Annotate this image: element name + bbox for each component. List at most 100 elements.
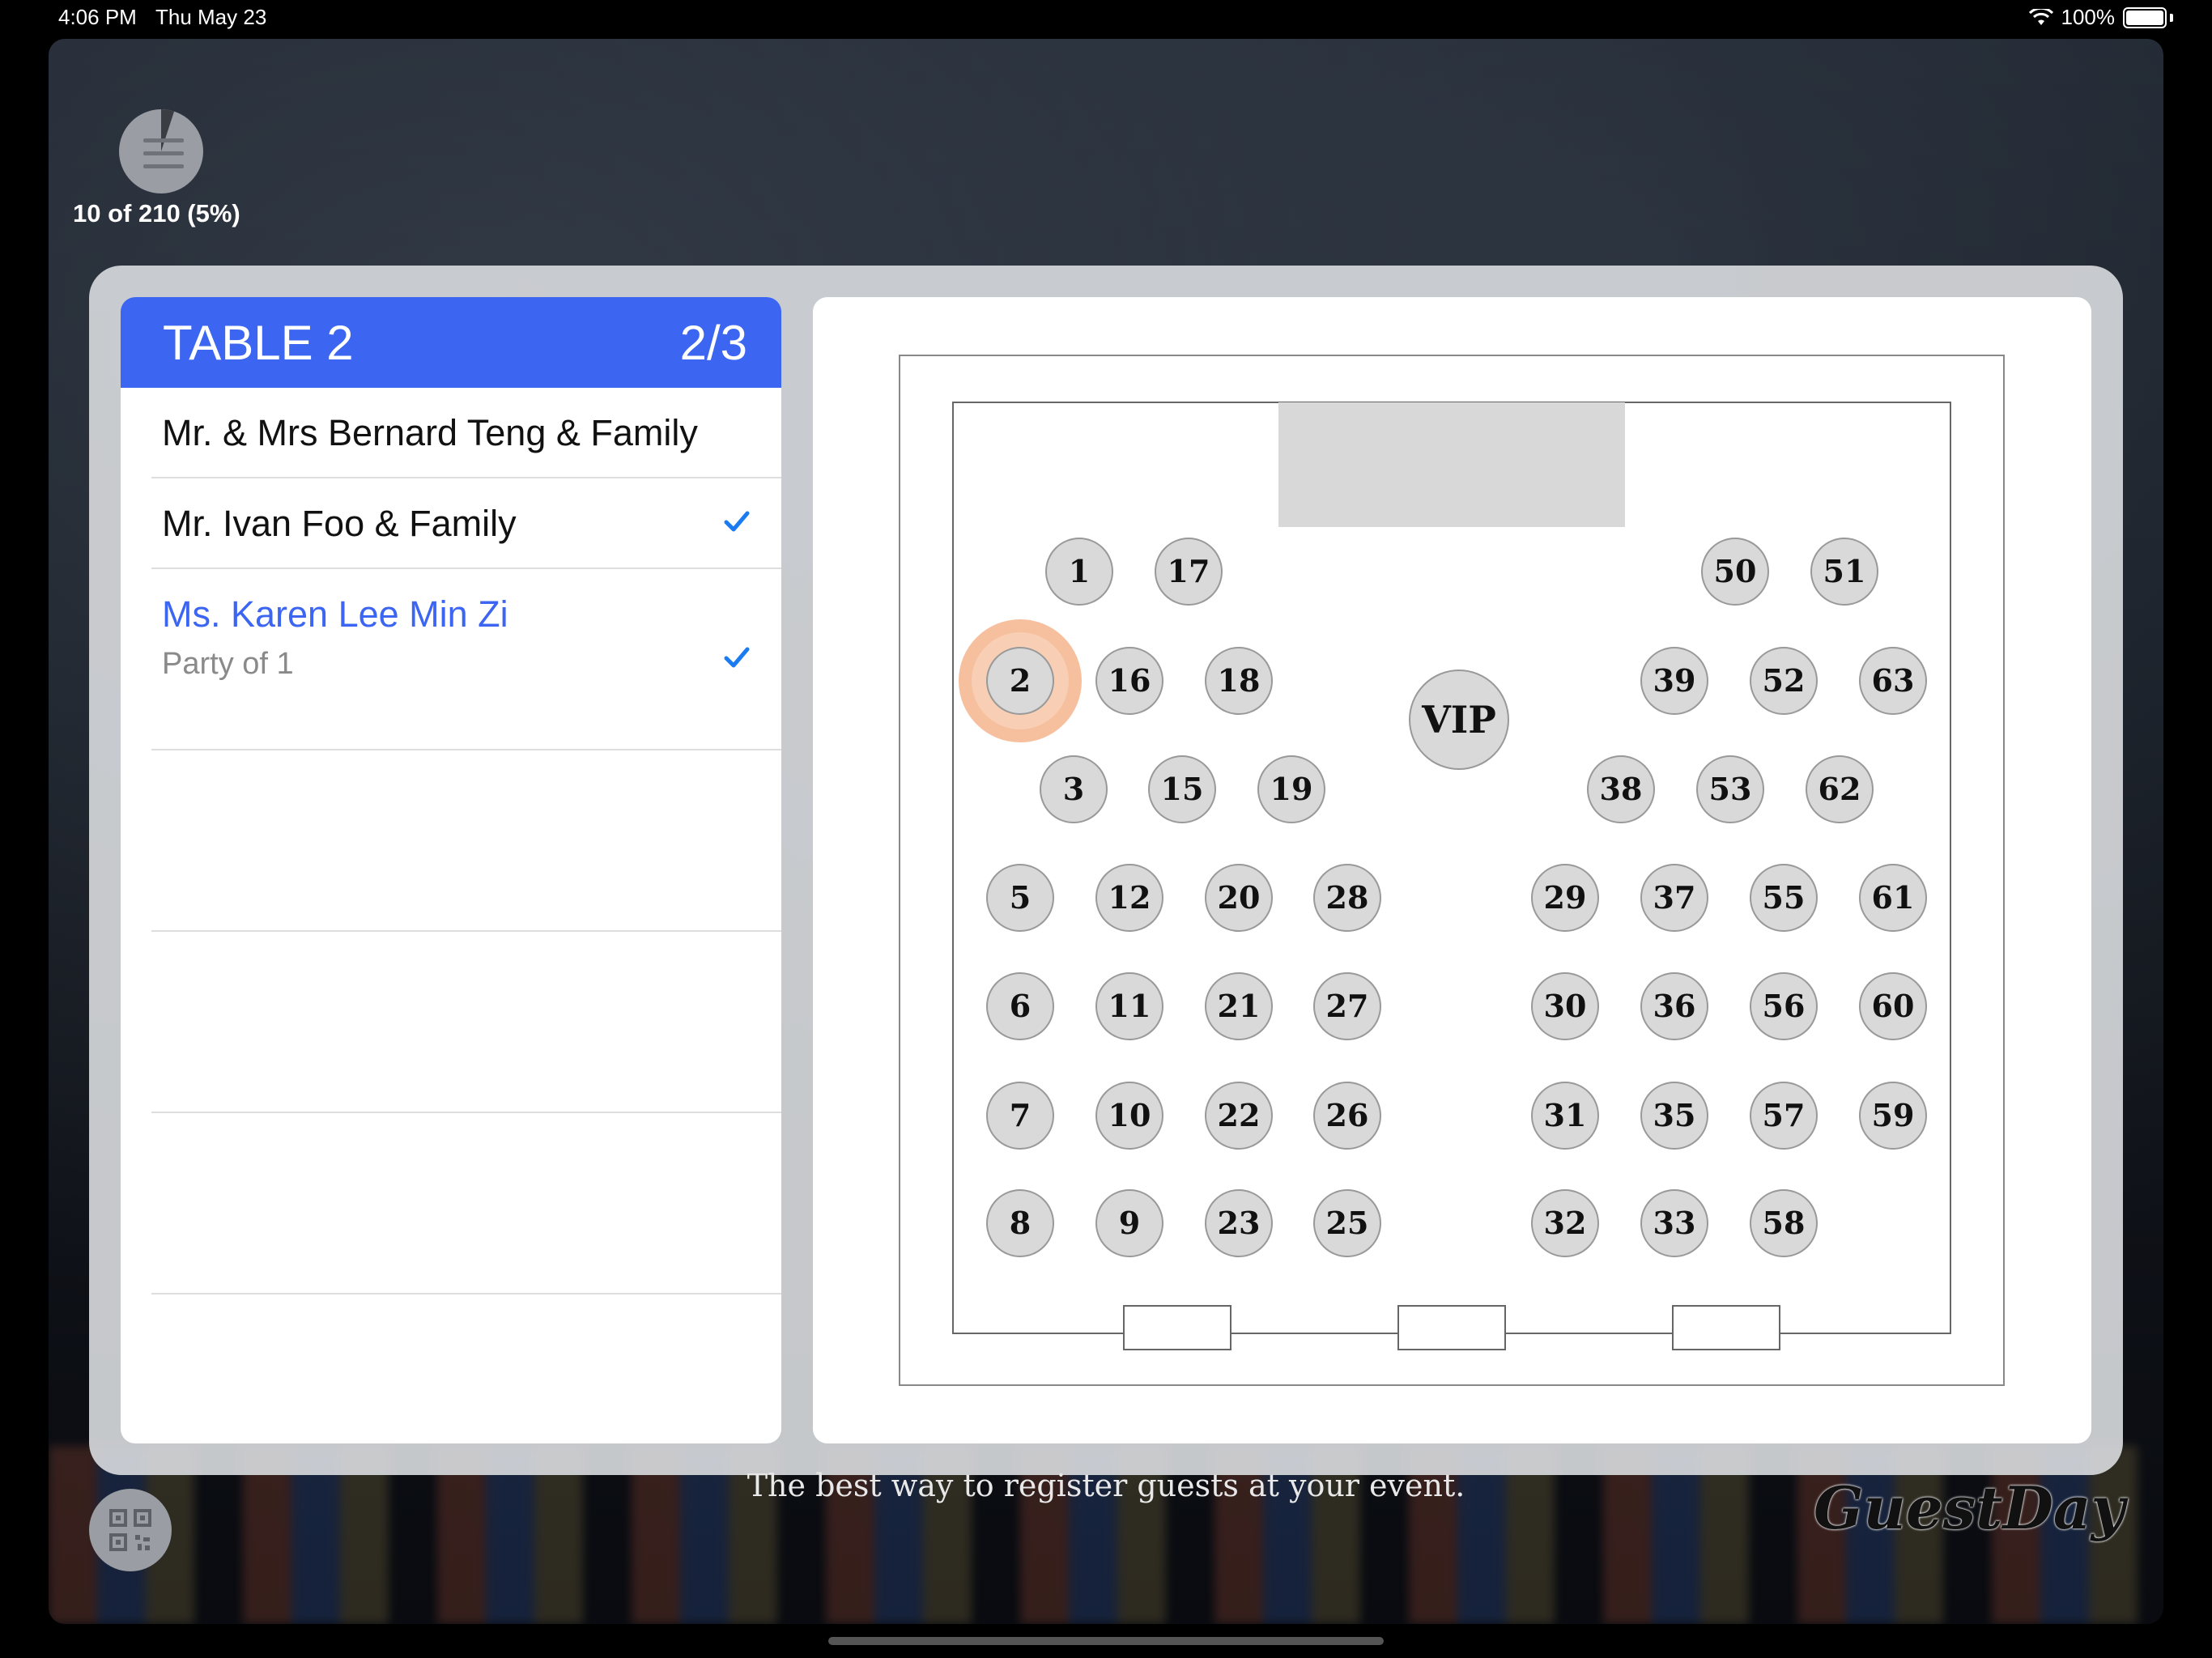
stage (1278, 402, 1625, 527)
table-number: 63 (1872, 662, 1915, 699)
table-29[interactable]: 29 (1531, 864, 1599, 932)
guest-party-size: Party of 1 (162, 647, 294, 681)
table-56[interactable]: 56 (1750, 972, 1818, 1040)
table-58[interactable]: 58 (1750, 1189, 1818, 1257)
guest-row[interactable]: Mr. Ivan Foo & Family (151, 478, 781, 569)
entrance-door (1123, 1305, 1231, 1350)
table-18[interactable]: 18 (1205, 647, 1273, 715)
table-5[interactable]: 5 (986, 864, 1054, 932)
table-23[interactable]: 23 (1205, 1189, 1273, 1257)
table-36[interactable]: 36 (1640, 972, 1708, 1040)
entrance-door (1672, 1305, 1780, 1350)
table-number: 30 (1544, 988, 1587, 1024)
table-21[interactable]: 21 (1205, 972, 1273, 1040)
table-2[interactable]: 2 (986, 647, 1054, 715)
table-51[interactable]: 51 (1810, 538, 1878, 606)
table-6[interactable]: 6 (986, 972, 1054, 1040)
table-count: 2/3 (679, 315, 747, 370)
table-number: 60 (1872, 988, 1915, 1024)
table-number: 23 (1218, 1205, 1261, 1241)
table-57[interactable]: 57 (1750, 1082, 1818, 1150)
table-59[interactable]: 59 (1859, 1082, 1927, 1150)
table-number: 6 (1010, 988, 1031, 1024)
checklist-line-icon (143, 151, 184, 155)
table-title: TABLE 2 (163, 315, 354, 370)
table-52[interactable]: 52 (1750, 647, 1818, 715)
table-number: 18 (1218, 662, 1261, 699)
table-number: 27 (1326, 988, 1369, 1024)
table-62[interactable]: 62 (1806, 755, 1874, 823)
table-number: 10 (1108, 1097, 1151, 1133)
table-number: 62 (1819, 771, 1861, 807)
table-12[interactable]: 12 (1095, 864, 1163, 932)
table-number: 28 (1326, 879, 1369, 916)
table-32[interactable]: 32 (1531, 1189, 1599, 1257)
table-number: 5 (1010, 879, 1031, 916)
table-10[interactable]: 10 (1095, 1082, 1163, 1150)
table-number: 35 (1653, 1097, 1696, 1133)
table-20[interactable]: 20 (1205, 864, 1273, 932)
table-number: 32 (1544, 1205, 1587, 1241)
table-38[interactable]: 38 (1587, 755, 1655, 823)
table-53[interactable]: 53 (1696, 755, 1764, 823)
table-number: 38 (1600, 771, 1643, 807)
table-3[interactable]: 3 (1040, 755, 1108, 823)
table-37[interactable]: 37 (1640, 864, 1708, 932)
empty-row (151, 1113, 781, 1295)
table-11[interactable]: 11 (1095, 972, 1163, 1040)
table-number: 25 (1326, 1205, 1369, 1241)
checkmark-icon (724, 511, 750, 532)
guest-name: Mr. & Mrs Bernard Teng & Family (162, 412, 698, 453)
table-19[interactable]: 19 (1257, 755, 1325, 823)
table-35[interactable]: 35 (1640, 1082, 1708, 1150)
table-39[interactable]: 39 (1640, 647, 1708, 715)
table-number: 37 (1653, 879, 1696, 916)
table-number: 16 (1108, 662, 1151, 699)
table-33[interactable]: 33 (1640, 1189, 1708, 1257)
table-7[interactable]: 7 (986, 1082, 1054, 1150)
status-bar: 4:06 PM Thu May 23 100% (0, 0, 2212, 36)
table-63[interactable]: 63 (1859, 647, 1927, 715)
progress-text: 10 of 210 (5%) (73, 199, 240, 227)
table-15[interactable]: 15 (1148, 755, 1216, 823)
table-1[interactable]: 1 (1045, 538, 1113, 606)
table-60[interactable]: 60 (1859, 972, 1927, 1040)
table-number: 55 (1763, 879, 1806, 916)
qr-scan-button[interactable] (89, 1489, 172, 1571)
guest-row[interactable]: Mr. & Mrs Bernard Teng & Family (151, 388, 781, 478)
table-number: 26 (1326, 1097, 1369, 1133)
table-number: 33 (1653, 1205, 1696, 1241)
table-31[interactable]: 31 (1531, 1082, 1599, 1150)
table-9[interactable]: 9 (1095, 1189, 1163, 1257)
table-17[interactable]: 17 (1155, 538, 1223, 606)
floor-plan-card: 1 17 50 51 2 16 18 39 52 63 3 15 19 38 53 62 5 12 20 28 29 37… (813, 297, 2091, 1443)
table-22[interactable]: 22 (1205, 1082, 1273, 1150)
table-27[interactable]: 27 (1313, 972, 1381, 1040)
table-30[interactable]: 30 (1531, 972, 1599, 1040)
table-number: 56 (1763, 988, 1806, 1024)
table-50[interactable]: 50 (1701, 538, 1769, 606)
checkin-progress-button[interactable] (119, 109, 203, 193)
table-number: 36 (1653, 988, 1696, 1024)
table-25[interactable]: 25 (1313, 1189, 1381, 1257)
table-number: 11 (1108, 988, 1151, 1024)
table-number: 9 (1119, 1205, 1140, 1241)
guest-list-card: TABLE 2 2/3 Mr. & Mrs Bernard Teng & Fam… (121, 297, 781, 1443)
floor-plan: 1 17 50 512 16 18 39 52 633 15 19 38 53 625 12 20 28 29 37… (899, 355, 2005, 1386)
table-number: 50 (1714, 553, 1757, 589)
table-number: 61 (1872, 879, 1915, 916)
checkmark-icon (724, 647, 750, 668)
table-28[interactable]: 28 (1313, 864, 1381, 932)
guest-name: Ms. Karen Lee Min Zi (162, 593, 508, 635)
battery-icon (2123, 6, 2167, 28)
table-number: 59 (1872, 1097, 1915, 1133)
table-8[interactable]: 8 (986, 1189, 1054, 1257)
table-55[interactable]: 55 (1750, 864, 1818, 932)
table-number: 29 (1544, 879, 1587, 916)
table-26[interactable]: 26 (1313, 1082, 1381, 1150)
qr-code-icon (109, 1509, 151, 1551)
guest-row-selected[interactable]: Ms. Karen Lee Min Zi Party of 1 (151, 569, 781, 750)
table-16[interactable]: 16 (1095, 647, 1163, 715)
table-vip[interactable]: VIP (1409, 670, 1509, 770)
table-61[interactable]: 61 (1859, 864, 1927, 932)
